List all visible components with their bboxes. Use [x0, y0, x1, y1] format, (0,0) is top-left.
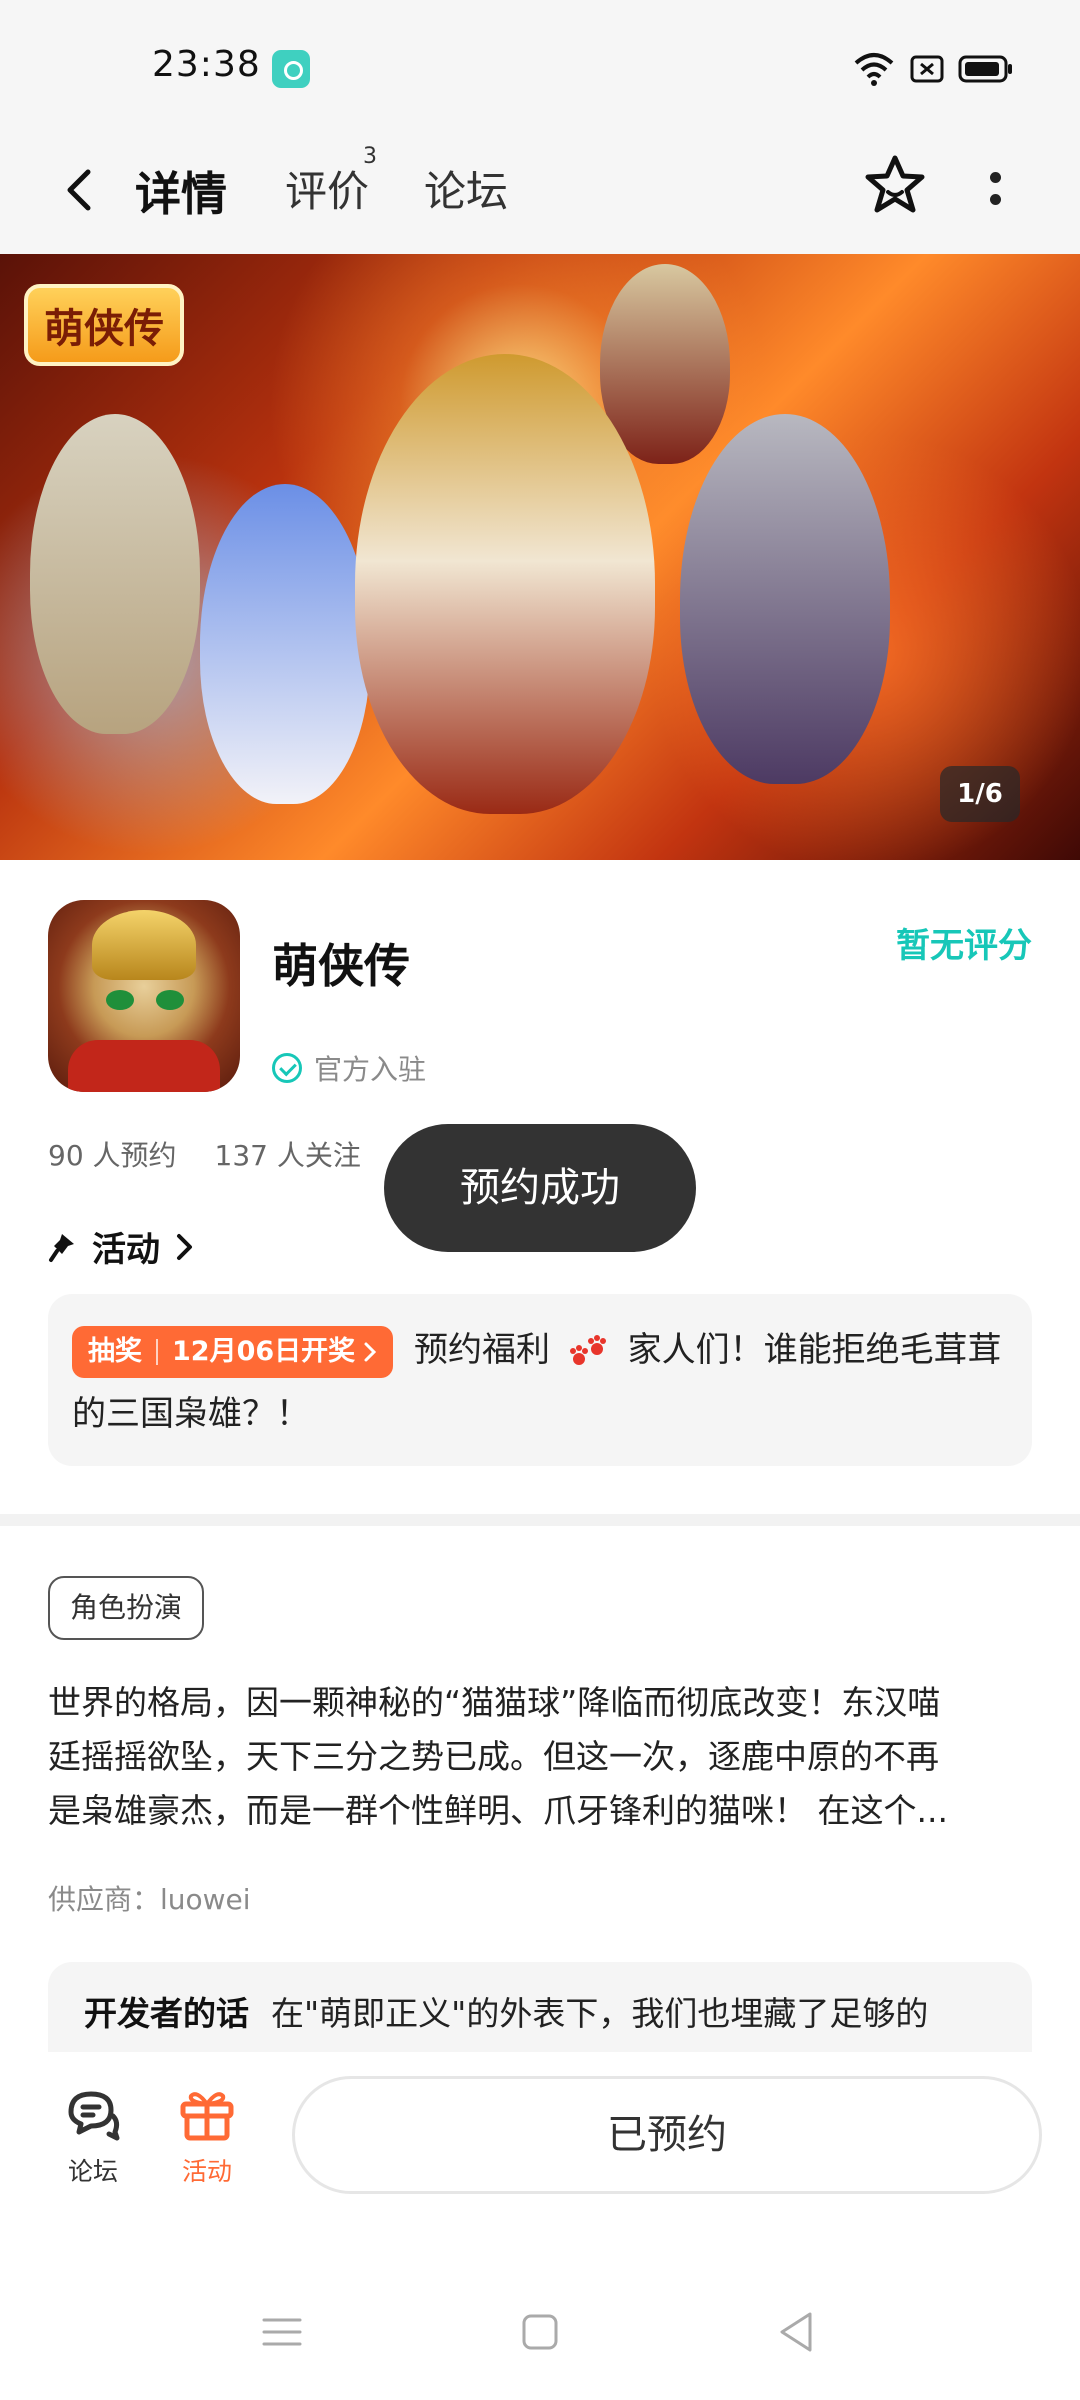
more-dot [990, 194, 1001, 205]
banner-character [355, 354, 655, 814]
reserved-button[interactable]: 已预约 [292, 2076, 1042, 2194]
description-line: 世界的格局，因一颗神秘的“猫猫球”降临而彻底改变！东汉喵 [48, 1683, 941, 1722]
home-square-icon[interactable] [510, 2302, 570, 2362]
screenshot-carousel[interactable]: 萌侠传 1/6 [0, 254, 1080, 860]
genre-tag[interactable]: 角色扮演 [48, 1576, 205, 1640]
reservation-count: 90 人预约 [48, 1139, 177, 1172]
favorite-star-icon[interactable] [860, 150, 930, 220]
official-label: 官方入驻 [314, 1053, 427, 1086]
bottom-activity-button[interactable]: 活动 [152, 2082, 262, 2188]
icon-eye [106, 990, 134, 1010]
status-bar: 23:38 [0, 0, 1080, 130]
game-description[interactable]: 世界的格局，因一颗神秘的“猫猫球”降临而彻底改变！东汉喵 廷摇摇欲坠，天下三分之… [48, 1676, 1038, 1838]
tab-details-label: 详情 [135, 167, 227, 221]
reviews-count-badge: 3 [363, 144, 377, 169]
tab-forum-label: 论坛 [424, 167, 509, 216]
lottery-tag: 抽奖 12月06日开奖 [72, 1325, 394, 1378]
status-icons [852, 50, 1014, 88]
game-title: 萌侠传 [272, 939, 410, 993]
paw-prints-icon [569, 1334, 606, 1365]
tag-separator [156, 1338, 158, 1365]
notification-app-icon [272, 50, 310, 88]
chevron-right-icon [177, 1233, 192, 1260]
supplier-info: 供应商：luowei [48, 1883, 251, 1916]
bottom-forum-label: 论坛 [67, 2157, 118, 2186]
battery-icon [958, 55, 1012, 83]
activity-section-link[interactable]: 活动 [48, 1222, 196, 1271]
developer-note-title: 开发者的话 [84, 1994, 249, 2033]
pin-icon [49, 1233, 74, 1262]
verified-check-icon [272, 1053, 302, 1083]
carousel-page-indicator: 1/6 [940, 766, 1020, 822]
activity-card[interactable]: 抽奖 12月06日开奖 预约福利 家人们！谁能拒绝毛茸茸的三国枭雄？！ [48, 1294, 1032, 1466]
activity-heading: 活动 [92, 1230, 160, 1270]
lottery-date: 12月06日开奖 [172, 1335, 356, 1367]
back-arrow-icon[interactable] [54, 156, 106, 224]
more-options-icon[interactable] [980, 158, 1010, 218]
rating-status: 暂无评分 [896, 926, 1032, 966]
banner-character [30, 414, 200, 734]
tab-reviews-label: 评价 [285, 167, 370, 216]
status-time: 23:38 [152, 44, 261, 85]
banner-character [200, 484, 370, 804]
banner-character [680, 414, 890, 784]
system-navigation-bar [0, 2262, 1080, 2400]
icon-helmet [92, 910, 196, 980]
menu-lines-icon[interactable] [252, 2302, 312, 2362]
follower-count: 137 人关注 [214, 1139, 361, 1172]
success-toast: 预约成功 [384, 1124, 696, 1252]
bottom-forum-button[interactable]: 论坛 [38, 2082, 148, 2188]
wifi-icon [854, 53, 894, 86]
banner-game-logo: 萌侠传 [24, 284, 184, 366]
developer-note-card[interactable]: 开发者的话 在"萌即正义"的外表下，我们也埋藏了足够的 [48, 1962, 1032, 2052]
banner-character [600, 264, 730, 464]
more-dot [990, 172, 1001, 183]
back-triangle-icon[interactable] [766, 2302, 826, 2362]
description-line: 是枭雄豪杰，而是一群个性鲜明、爪牙锋利的猫咪！ 在这个... [48, 1791, 948, 1830]
tab-reviews[interactable]: 评价 3 [285, 144, 377, 219]
gift-icon [180, 2092, 234, 2141]
bottom-activity-label: 活动 [181, 2157, 232, 2186]
description-line: 廷摇摇欲坠，天下三分之势已成。但这一次，逐鹿中原的不再 [48, 1737, 939, 1776]
icon-body [68, 1040, 220, 1092]
official-badge: 官方入驻 [272, 1048, 426, 1088]
activity-text-lead: 预约福利 [413, 1330, 550, 1370]
top-navigation: 详情 评价 3 论坛 [0, 130, 1080, 254]
game-app-icon [48, 900, 240, 1092]
section-divider [0, 1514, 1080, 1526]
developer-note-text: 在"萌即正义"的外表下，我们也埋藏了足够的 [271, 1994, 929, 2033]
game-stats: 90 人预约 137 人关注 [48, 1134, 361, 1174]
forum-chat-icon [68, 2091, 120, 2141]
tab-forum[interactable]: 论坛 [424, 158, 508, 219]
lottery-type: 抽奖 [88, 1335, 142, 1367]
tab-details[interactable]: 详情 [131, 158, 231, 224]
chevron-right-icon [364, 1342, 377, 1361]
icon-eye [156, 990, 184, 1010]
no-sim-icon [910, 55, 944, 83]
bottom-action-bar: 论坛 活动 已预约 [0, 2052, 1080, 2262]
